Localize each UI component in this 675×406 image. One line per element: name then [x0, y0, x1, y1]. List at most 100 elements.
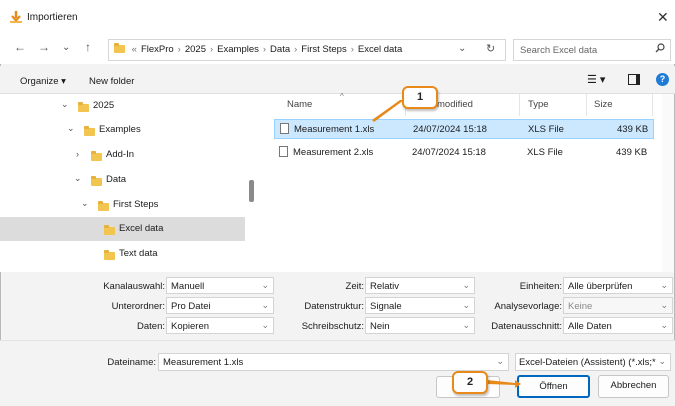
filename-input[interactable]: Measurement 1.xls ⌄ [158, 353, 509, 371]
tree-item-label: Examples [99, 124, 141, 135]
preview-pane-icon[interactable] [628, 74, 640, 85]
organize-button[interactable]: Organize ▾ [20, 76, 66, 87]
chevron-down-icon: ⌄ [658, 356, 666, 366]
navigation-scrollbar[interactable] [249, 180, 254, 202]
folder-icon [114, 43, 125, 53]
chevron-right-icon[interactable]: › [76, 149, 79, 159]
search-placeholder: Search Excel data [520, 45, 598, 56]
zeit-select[interactable]: Relativ ⌄ [365, 277, 475, 294]
chevron-down-icon: ⌄ [462, 320, 470, 330]
file-list-scrollbar[interactable] [662, 94, 674, 272]
breadcrumb-examples[interactable]: Examples [217, 44, 259, 55]
analysevorlage-value: Keine [568, 301, 593, 312]
open-button[interactable]: Öffnen [517, 375, 590, 398]
folder-icon [91, 176, 102, 186]
column-header-size[interactable]: Size [594, 99, 612, 110]
datenstruktur-select[interactable]: Signale ⌄ [365, 297, 475, 314]
close-icon[interactable]: ✕ [657, 9, 669, 26]
breadcrumb-overflow[interactable]: « [132, 44, 137, 55]
recent-locations-chevron-icon[interactable]: ⌄ [62, 42, 70, 53]
flexpro-arrow-icon [10, 11, 22, 23]
folder-icon [104, 225, 115, 235]
breadcrumb-excel-data[interactable]: Excel data [358, 44, 402, 55]
new-folder-button[interactable]: New folder [89, 76, 134, 87]
einheiten-select[interactable]: Alle überprüfen ⌄ [563, 277, 673, 294]
breadcrumb-flexpro[interactable]: FlexPro [141, 44, 174, 55]
datenausschnitt-label: Datenausschnitt: [491, 321, 562, 332]
file-row[interactable]: Measurement 2.xls 24/07/2024 15:18 XLS F… [274, 143, 654, 163]
column-divider[interactable] [652, 94, 653, 116]
chevron-down-icon[interactable]: ⌄ [61, 99, 69, 110]
folder-icon [104, 250, 115, 260]
column-divider[interactable] [519, 94, 520, 116]
kanalauswahl-label: Kanalauswahl: [103, 281, 165, 292]
filename-label: Dateiname: [107, 357, 156, 368]
chevron-down-icon: ⌄ [462, 280, 470, 290]
breadcrumb-data[interactable]: Data [270, 44, 290, 55]
file-row[interactable]: Measurement 1.xls 24/07/2024 15:18 XLS F… [274, 119, 654, 139]
tree-item-add-in[interactable]: › Add-In [0, 143, 245, 167]
file-size: 439 KB [617, 124, 649, 135]
back-icon[interactable]: ← [14, 40, 26, 54]
folder-icon [78, 102, 89, 112]
zeit-label: Zeit: [345, 281, 364, 292]
tree-item-2025[interactable]: ⌄ 2025 [0, 94, 245, 118]
filetype-select[interactable]: Excel-Dateien (Assistent) (*.xls;* ⌄ [515, 353, 671, 371]
analysevorlage-select: Keine ⌄ [563, 297, 673, 314]
breadcrumb-first-steps[interactable]: First Steps [301, 44, 346, 55]
schreibschutz-select[interactable]: Nein ⌄ [365, 317, 475, 334]
help-icon[interactable]: ? [656, 73, 669, 86]
callout-2-pointer [487, 380, 521, 388]
tree-item-text-data[interactable]: Text data [0, 242, 245, 266]
chevron-down-icon[interactable]: ⌄ [496, 356, 504, 367]
tree-item-examples[interactable]: ⌄ Examples [0, 118, 245, 142]
search-icon[interactable] [655, 43, 665, 53]
cancel-button[interactable]: Abbrechen [598, 375, 669, 398]
file-type: XLS File [528, 124, 564, 135]
chevron-down-icon: ⌄ [660, 300, 668, 310]
column-header-type[interactable]: Type [528, 99, 549, 110]
tree-item-label: Text data [119, 248, 158, 259]
einheiten-value: Alle überprüfen [568, 281, 633, 292]
schreibschutz-value: Nein [370, 321, 390, 332]
view-options-icon[interactable]: ☰ ▾ [587, 73, 605, 86]
chevron-down-icon[interactable]: ⌄ [81, 198, 89, 209]
tree-item-data[interactable]: ⌄ Data [0, 168, 245, 192]
document-icon [280, 123, 289, 134]
kanalauswahl-value: Manuell [171, 281, 205, 292]
chevron-down-icon[interactable]: ⌄ [74, 173, 82, 184]
folder-icon [91, 151, 102, 161]
forward-icon[interactable]: → [38, 40, 50, 54]
refresh-icon[interactable]: ↻ [486, 42, 495, 55]
file-modified: 24/07/2024 15:18 [412, 147, 486, 158]
datenausschnitt-select[interactable]: Alle Daten ⌄ [563, 317, 673, 334]
daten-select[interactable]: Kopieren ⌄ [166, 317, 274, 334]
analysevorlage-label: Analysevorlage: [494, 301, 562, 312]
file-name: Measurement 1.xls [294, 124, 375, 135]
column-header-name[interactable]: Name [287, 99, 312, 110]
breadcrumb: «FlexPro › 2025 › Examples › Data › First Steps ›… [114, 43, 402, 55]
tree-item-label: Add-In [106, 149, 134, 160]
datenstruktur-label: Datenstruktur: [304, 301, 364, 312]
chevron-down-icon[interactable]: ⌄ [67, 123, 75, 134]
chevron-down-icon: ⌄ [660, 280, 668, 290]
tree-item-label: Data [106, 174, 127, 185]
column-header-modified[interactable]: modified [437, 99, 473, 110]
tree-item-label: First Steps [113, 199, 159, 210]
file-type: XLS File [527, 147, 563, 158]
unterordner-select[interactable]: Pro Datei ⌄ [166, 297, 274, 314]
tree-item-first-steps[interactable]: ⌄ First Steps [0, 193, 245, 217]
chevron-down-icon: ⌄ [660, 320, 668, 330]
folder-icon [84, 126, 95, 136]
breadcrumb-2025[interactable]: 2025 [185, 44, 206, 55]
chevron-down-icon: ⌄ [261, 300, 269, 310]
tree-item-excel-data[interactable]: Excel data [0, 217, 245, 241]
address-dropdown-chevron-icon[interactable]: ⌄ [458, 43, 466, 54]
column-divider[interactable] [586, 94, 587, 116]
filetype-value: Excel-Dateien (Assistent) (*.xls;* [519, 357, 656, 368]
unterordner-label: Unterordner: [111, 301, 165, 312]
chevron-down-icon: ⌄ [462, 300, 470, 310]
kanalauswahl-select[interactable]: Manuell ⌄ [166, 277, 274, 294]
chevron-down-icon: ⌄ [261, 280, 269, 290]
up-icon[interactable]: ↑ [85, 40, 91, 54]
